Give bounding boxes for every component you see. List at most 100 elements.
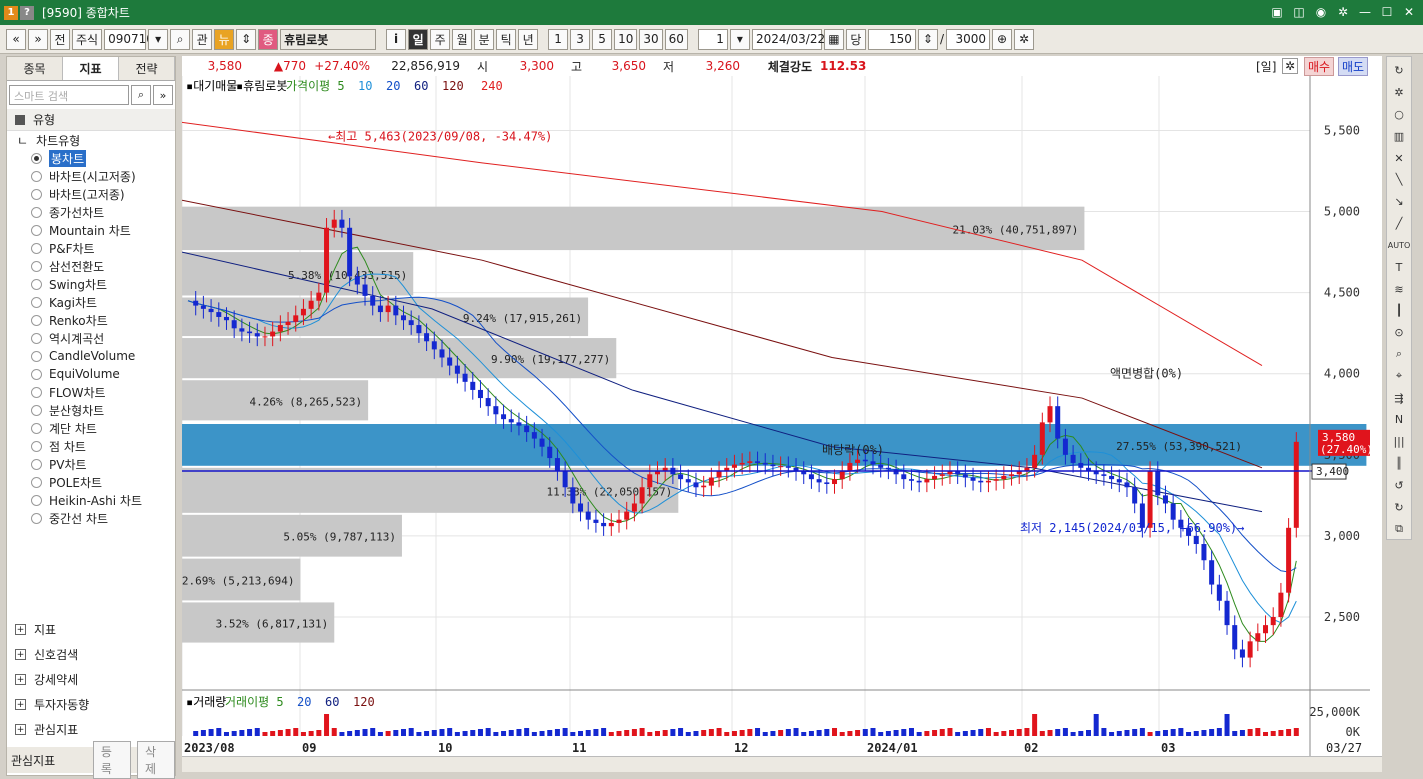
chart-type-item[interactable]: EquiVolume: [7, 365, 175, 383]
chart-type-item[interactable]: 중간선 차트: [7, 509, 175, 527]
count-small-input[interactable]: 1: [697, 28, 728, 50]
radio-icon[interactable]: [31, 476, 42, 488]
section-type[interactable]: 유형: [7, 109, 175, 131]
merge-icon[interactable]: ⇶: [1389, 388, 1409, 408]
updown-icon[interactable]: ⇕: [236, 28, 257, 50]
period-tick[interactable]: 틱: [496, 28, 517, 50]
cross-icon[interactable]: ✕: [1389, 148, 1409, 168]
period-minute[interactable]: 분: [474, 28, 495, 50]
scroll-bar[interactable]: [182, 756, 1382, 772]
radio-icon[interactable]: [31, 350, 42, 362]
magnify-icon[interactable]: ⌕: [1389, 345, 1409, 365]
radio-icon[interactable]: [31, 368, 42, 380]
help-icon[interactable]: ?: [20, 5, 34, 20]
chart-icon[interactable]: ▥: [1389, 126, 1409, 146]
expand-icon[interactable]: +: [15, 674, 26, 685]
register-button[interactable]: 등록: [92, 741, 131, 779]
period-year[interactable]: 년: [518, 28, 539, 50]
maximize-icon[interactable]: ☐: [1379, 4, 1395, 20]
radio-icon[interactable]: [31, 260, 42, 272]
chart-type-item[interactable]: 바차트(시고저종): [7, 167, 175, 185]
chart-type-item[interactable]: P&F차트: [7, 239, 175, 257]
prev-button[interactable]: «: [6, 28, 26, 50]
indicator-group-item[interactable]: + 투자자동향: [7, 692, 175, 717]
minimize-icon[interactable]: —: [1357, 4, 1373, 20]
price-chart[interactable]: 21.03% (40,751,897)5.38% (10,433,515)9.2…: [181, 76, 1382, 766]
radio-icon[interactable]: [31, 404, 42, 416]
chart-type-item[interactable]: 바차트(고저종): [7, 185, 175, 203]
radio-icon[interactable]: [31, 314, 42, 326]
date-input[interactable]: 2024/03/22: [751, 28, 825, 50]
expand-icon[interactable]: +: [15, 649, 26, 660]
tab-strategy[interactable]: 전략: [119, 57, 175, 80]
chart-type-item[interactable]: Heikin-Ashi 차트: [7, 491, 175, 509]
radio-icon[interactable]: [31, 188, 42, 200]
bars-icon[interactable]: |||: [1389, 432, 1409, 452]
crosshair-icon[interactable]: ⌖: [1389, 366, 1409, 386]
total-count-input[interactable]: 3000: [945, 28, 990, 50]
radio-icon[interactable]: [31, 512, 42, 524]
settings-icon[interactable]: ✲: [1335, 4, 1351, 20]
spinner-icon[interactable]: ⇕: [917, 28, 938, 50]
chart-type-item[interactable]: 종가선차트: [7, 203, 175, 221]
circle-icon[interactable]: ○: [1389, 105, 1409, 125]
radio-icon[interactable]: [31, 206, 42, 218]
chart-type-item[interactable]: 분산형차트: [7, 401, 175, 419]
chart-type-item[interactable]: PV차트: [7, 455, 175, 473]
chart-type-item[interactable]: 역시계곡선: [7, 329, 175, 347]
indicator-group-item[interactable]: + 신호검색: [7, 642, 175, 667]
tab-indicators[interactable]: 지표: [63, 57, 119, 80]
chart-type-item[interactable]: 점 차트: [7, 437, 175, 455]
subsection-chart-type[interactable]: ㄴ 차트유형: [7, 131, 175, 149]
next-button[interactable]: »: [28, 28, 48, 50]
chart-type-item[interactable]: 삼선전환도: [7, 257, 175, 275]
view-count-input[interactable]: 150: [867, 28, 916, 50]
bars2-icon[interactable]: ║: [1389, 454, 1409, 474]
calendar-icon[interactable]: ▦: [823, 28, 844, 50]
period-week[interactable]: 주: [430, 28, 451, 50]
period-day[interactable]: 일: [408, 28, 429, 50]
smart-search-input[interactable]: 스마트 검색: [9, 85, 129, 105]
close-icon[interactable]: ✕: [1401, 4, 1417, 20]
market-select[interactable]: 주식: [72, 28, 103, 50]
radio-icon[interactable]: [31, 224, 42, 236]
zoom-icon[interactable]: ⊕: [991, 28, 1012, 50]
radio-icon[interactable]: [31, 296, 42, 308]
radio-icon[interactable]: [31, 386, 42, 398]
zoom-icon[interactable]: ⊙: [1389, 323, 1409, 343]
chart-type-item[interactable]: FLOW차트: [7, 383, 175, 401]
diagonal-icon[interactable]: ╱: [1389, 214, 1409, 234]
delete-button[interactable]: 삭제: [136, 741, 175, 779]
indicator-group-item[interactable]: + 강세약세: [7, 667, 175, 692]
gear-icon[interactable]: ✲: [1013, 28, 1034, 50]
collapse-icon[interactable]: [15, 114, 25, 125]
code-input[interactable]: 090710: [104, 28, 154, 50]
line-icon[interactable]: ╲: [1389, 170, 1409, 190]
indicator-group-item[interactable]: + 관심지표: [7, 717, 175, 742]
expand-icon[interactable]: +: [15, 699, 26, 710]
info-button[interactable]: i: [386, 28, 407, 50]
copy-icon[interactable]: ⧉: [1389, 519, 1409, 539]
chart-type-item[interactable]: 봉차트: [7, 149, 175, 167]
camera-icon[interactable]: ◉: [1313, 4, 1329, 20]
gear-icon[interactable]: ✲: [1389, 83, 1409, 103]
period-month[interactable]: 월: [452, 28, 473, 50]
chart-type-item[interactable]: POLE차트: [7, 473, 175, 491]
current-button[interactable]: 당: [845, 28, 866, 50]
buy-button[interactable]: 매수: [1304, 56, 1335, 76]
code-dropdown[interactable]: ▾: [148, 28, 169, 50]
radio-icon[interactable]: [31, 170, 42, 182]
expand-icon[interactable]: »: [153, 85, 173, 105]
all-button[interactable]: 전: [50, 28, 70, 50]
layout-icon[interactable]: ▣: [1269, 4, 1285, 20]
search-icon[interactable]: ⌕: [170, 28, 191, 50]
refresh-icon[interactable]: ↻: [1389, 61, 1409, 81]
news-button[interactable]: 뉴: [214, 28, 235, 50]
window-icon[interactable]: ◫: [1291, 4, 1307, 20]
radio-icon[interactable]: [31, 458, 42, 470]
chart-type-item[interactable]: Swing차트: [7, 275, 175, 293]
minute-10[interactable]: 10: [614, 28, 638, 50]
radio-icon[interactable]: [31, 242, 42, 254]
chart-type-item[interactable]: Mountain 차트: [7, 221, 175, 239]
minute-5[interactable]: 5: [592, 28, 613, 50]
